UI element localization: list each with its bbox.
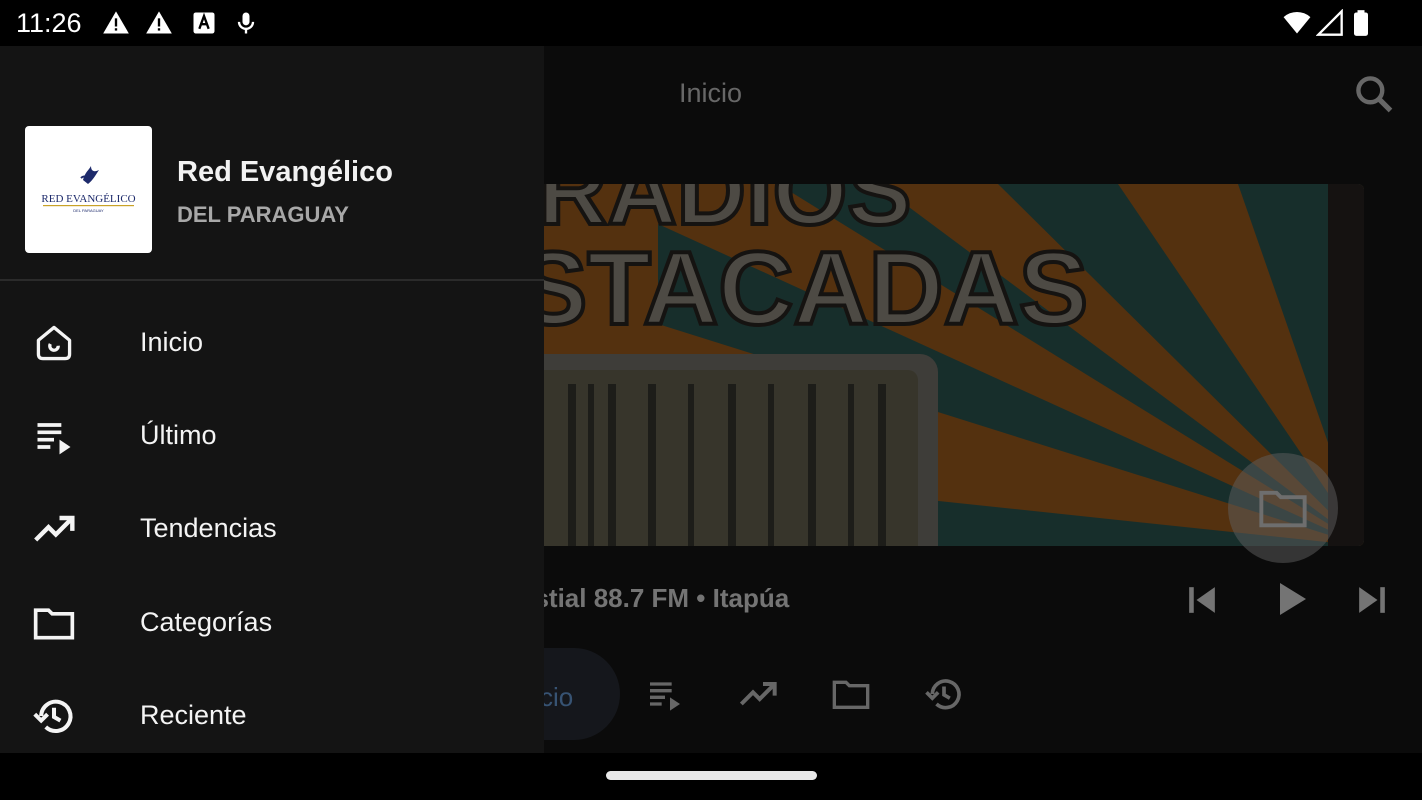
logo-subtext: DEL PARAGUAY — [73, 208, 104, 213]
playlist-icon — [37, 423, 71, 455]
signal-icon — [1316, 9, 1343, 36]
home-icon — [36, 325, 72, 361]
status-time: 11:26 — [16, 8, 82, 38]
drawer-item-label: Inicio — [140, 327, 204, 357]
trending-icon — [34, 515, 75, 542]
drawer-subtitle: DEL PARAGUAY — [177, 202, 349, 227]
keyboard-icon — [193, 12, 215, 34]
mic-icon — [237, 12, 255, 34]
home-gesture-handle[interactable] — [606, 771, 817, 780]
app-logo: RED EVANGÉLICO DEL PARAGUAY — [25, 126, 152, 253]
drawer-divider — [0, 279, 544, 281]
dove-logo-icon: RED EVANGÉLICO DEL PARAGUAY — [41, 166, 136, 213]
drawer-item-label: Tendencias — [140, 513, 277, 543]
drawer-item-inicio[interactable]: Inicio — [0, 297, 544, 390]
drawer-item-reciente[interactable]: Reciente — [0, 670, 544, 763]
drawer-item-tendencias[interactable]: Tendencias — [0, 483, 544, 576]
battery-icon — [1354, 10, 1368, 36]
warning-icon — [146, 11, 172, 34]
drawer-item-categorias[interactable]: Categorías — [0, 577, 544, 670]
drawer-item-ultimo[interactable]: Último — [0, 390, 544, 483]
drawer-title: Red Evangélico — [177, 156, 393, 188]
drawer-item-label: Categorías — [140, 607, 273, 637]
logo-text: RED EVANGÉLICO — [41, 193, 135, 205]
history-icon — [33, 699, 73, 733]
wifi-icon — [1283, 11, 1311, 34]
warning-icon — [103, 11, 129, 34]
drawer-item-label: Último — [140, 420, 217, 450]
folder-icon — [33, 608, 75, 640]
drawer-item-label: Reciente — [140, 700, 247, 730]
